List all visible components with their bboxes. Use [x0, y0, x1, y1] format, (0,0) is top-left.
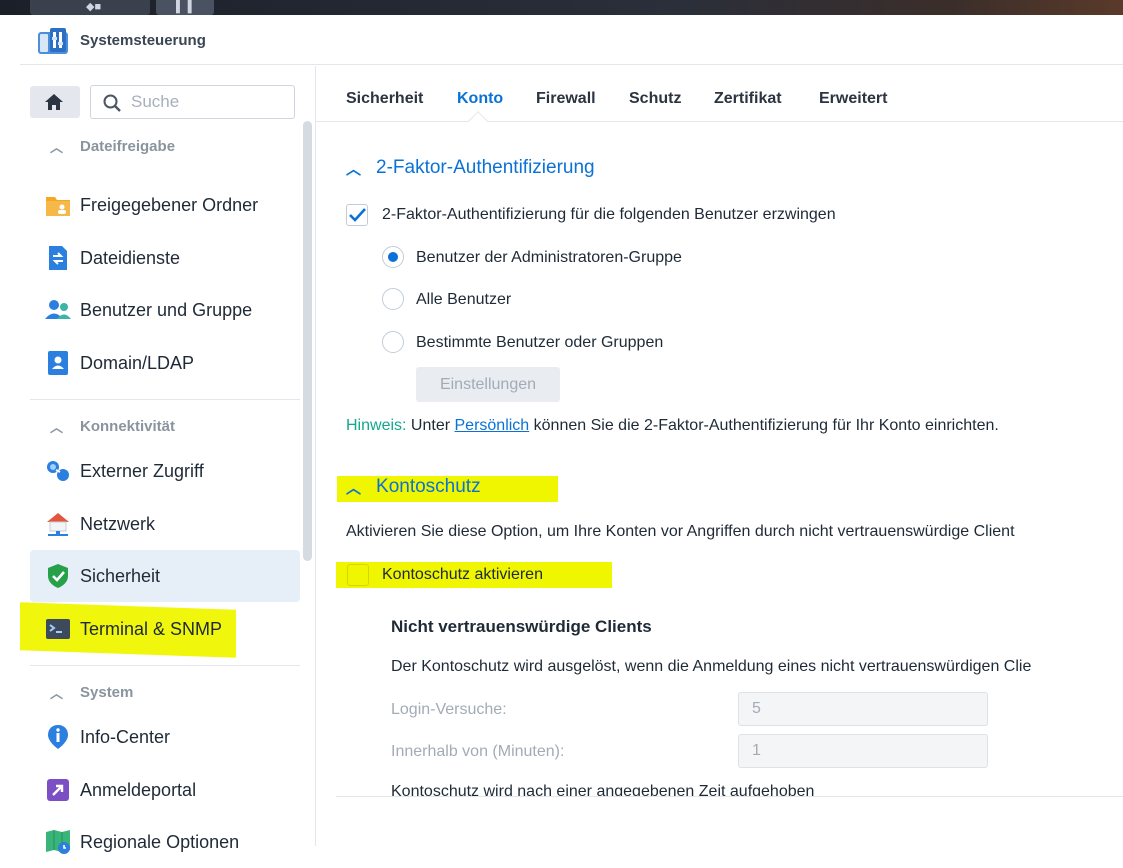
checkmark-icon	[349, 208, 366, 222]
sidebar-scrollbar[interactable]	[303, 121, 312, 561]
partially-visible-text: Kontoschutz wird nach einer angegebenen …	[391, 783, 815, 796]
region-icon	[46, 830, 70, 854]
search-input[interactable]	[131, 92, 286, 112]
sidebar-divider	[30, 399, 300, 400]
sidebar-item-label: Anmeldeportal	[80, 780, 197, 800]
chevron-up-icon: ︿	[50, 685, 64, 701]
search-icon	[103, 94, 121, 112]
sidebar-item-label: Regionale Optionen	[80, 832, 240, 852]
folder-share-icon	[46, 197, 70, 216]
tab-konto[interactable]: Konto	[457, 90, 503, 108]
tab-bar: Sicherheit Konto Firewall Schutz Zertifi…	[316, 66, 1123, 131]
sidebar-item-label: Dateidienste	[80, 248, 181, 268]
file-services-icon	[49, 246, 67, 270]
sidebar-item-freigegebener-ordner[interactable]: Freigegebener Ordner	[30, 179, 300, 231]
hint-text-after: können Sie die 2-Faktor-Authentifizierun…	[533, 417, 999, 434]
tab-firewall[interactable]: Firewall	[536, 90, 596, 108]
chevron-up-icon: ︿	[346, 479, 362, 497]
sidebar-item-dateidienste[interactable]: Dateidienste	[30, 232, 300, 284]
info-icon	[48, 725, 68, 749]
control-panel-icon	[38, 28, 68, 54]
radio-specific-users[interactable]	[382, 331, 404, 353]
sidebar-item-label: Benutzer und Gruppe	[80, 300, 253, 320]
chevron-up-icon: ︿	[50, 419, 64, 435]
sidebar-item-label: Sicherheit	[80, 566, 161, 586]
sidebar-item-label: Domain/LDAP	[80, 353, 195, 373]
sidebar-item-label: Terminal & SNMP	[80, 619, 223, 639]
sidebar-item-sicherheit[interactable]: Sicherheit	[30, 550, 300, 602]
tab-sicherheit[interactable]: Sicherheit	[346, 90, 423, 108]
untrusted-clients-description: Der Kontoschutz wird ausgelöst, wenn die…	[391, 658, 1032, 675]
search-box[interactable]	[90, 85, 295, 119]
enforce-2fa-label: 2-Faktor-Authentifizierung für die folge…	[382, 206, 836, 223]
login-attempts-field[interactable]: 5	[738, 692, 988, 726]
content-scroll-edge	[336, 796, 1123, 797]
users-icon	[45, 300, 71, 319]
sidebar-item-label: Externer Zugriff	[80, 461, 204, 481]
hint-key: Hinweis:	[346, 417, 407, 434]
section-kontoschutz-header[interactable]: ︿ Kontoschutz	[346, 476, 481, 498]
login-portal-icon	[47, 779, 69, 801]
settings-button[interactable]: Einstellungen	[416, 367, 560, 402]
hint-text: Hinweis: Unter Persönlich können Sie die…	[346, 417, 999, 435]
group-header-system[interactable]: ︿ System	[50, 682, 133, 702]
sidebar-item-regionale-optionen[interactable]: Regionale Optionen	[30, 816, 300, 868]
hint-text-before: Unter	[410, 417, 451, 434]
sidebar-item-netzwerk[interactable]: Netzwerk	[30, 498, 300, 550]
section-2fa-header[interactable]: ︿ 2-Faktor-Authentifizierung	[346, 157, 595, 179]
home-button[interactable]	[30, 86, 80, 118]
personal-link[interactable]: Persönlich	[455, 417, 530, 434]
sidebar-item-label: Freigegebener Ordner	[80, 195, 259, 215]
radio-specific-users-label: Bestimmte Benutzer oder Gruppen	[416, 334, 664, 351]
window-titlebar: Systemsteuerung	[20, 15, 1123, 65]
sidebar-item-label: Netzwerk	[80, 514, 156, 534]
untrusted-clients-heading: Nicht vertrauenswürdige Clients	[391, 617, 652, 636]
sidebar-item-domain-ldap[interactable]: Domain/LDAP	[30, 337, 300, 389]
tab-schutz[interactable]: Schutz	[629, 90, 681, 108]
domain-icon	[48, 351, 68, 375]
network-icon	[47, 513, 69, 536]
terminal-icon	[46, 619, 70, 639]
enable-kontoschutz-label: Kontoschutz aktivieren	[382, 566, 543, 583]
radio-admin-group-label: Benutzer der Administratoren-Gruppe	[416, 249, 682, 266]
within-minutes-label: Innerhalb von (Minuten):	[391, 743, 565, 760]
group-header-dateifreigabe[interactable]: ︿ Dateifreigabe	[50, 136, 175, 156]
sidebar: ︿ Dateifreigabe Freigegebener Ordner Dat…	[20, 66, 316, 854]
group-label: Konnektivität	[80, 417, 176, 435]
desktop-taskbar: ◆■ ▌▐	[0, 0, 1123, 15]
section-title: 2-Faktor-Authentifizierung	[376, 157, 595, 178]
radio-all-users-label: Alle Benutzer	[416, 291, 512, 308]
external-access-icon	[47, 461, 69, 481]
tab-zertifikat[interactable]: Zertifikat	[714, 90, 782, 108]
chevron-up-icon: ︿	[346, 160, 362, 178]
sidebar-item-benutzer-und-gruppe[interactable]: Benutzer und Gruppe	[30, 284, 300, 336]
chevron-up-icon: ︿	[50, 139, 64, 155]
radio-admin-group[interactable]	[382, 246, 404, 268]
sidebar-item-anmeldeportal[interactable]: Anmeldeportal	[30, 764, 300, 816]
group-label: System	[80, 683, 134, 701]
sidebar-divider	[30, 665, 300, 666]
group-label: Dateifreigabe	[80, 137, 176, 155]
sidebar-item-label: Info-Center	[80, 727, 171, 747]
sidebar-item-externer-zugriff[interactable]: Externer Zugriff	[30, 445, 300, 497]
shield-check-icon	[48, 564, 68, 588]
section-title: Kontoschutz	[376, 476, 481, 497]
taskbar-button[interactable]: ◆■	[30, 0, 150, 15]
sidebar-item-info-center[interactable]: Info-Center	[30, 711, 300, 763]
radio-all-users[interactable]	[382, 288, 404, 310]
kontoschutz-description: Aktivieren Sie diese Option, um Ihre Kon…	[346, 523, 1015, 540]
within-minutes-field[interactable]: 1	[738, 734, 988, 768]
taskbar-app-icon: ◆■	[86, 1, 102, 13]
enable-kontoschutz-checkbox[interactable]	[347, 564, 369, 586]
login-attempts-label: Login-Versuche:	[391, 701, 507, 718]
group-header-konnektivitaet[interactable]: ︿ Konnektivität	[50, 416, 175, 436]
taskbar-active-app[interactable]: ▌▐	[156, 0, 214, 15]
enforce-2fa-checkbox[interactable]	[346, 204, 368, 226]
home-icon	[45, 94, 63, 110]
tab-erweitert[interactable]: Erweitert	[819, 90, 887, 108]
control-panel-taskbar-icon: ▌▐	[176, 1, 192, 13]
window-title: Systemsteuerung	[80, 32, 206, 49]
sidebar-item-terminal-snmp[interactable]: Terminal & SNMP	[30, 603, 300, 655]
